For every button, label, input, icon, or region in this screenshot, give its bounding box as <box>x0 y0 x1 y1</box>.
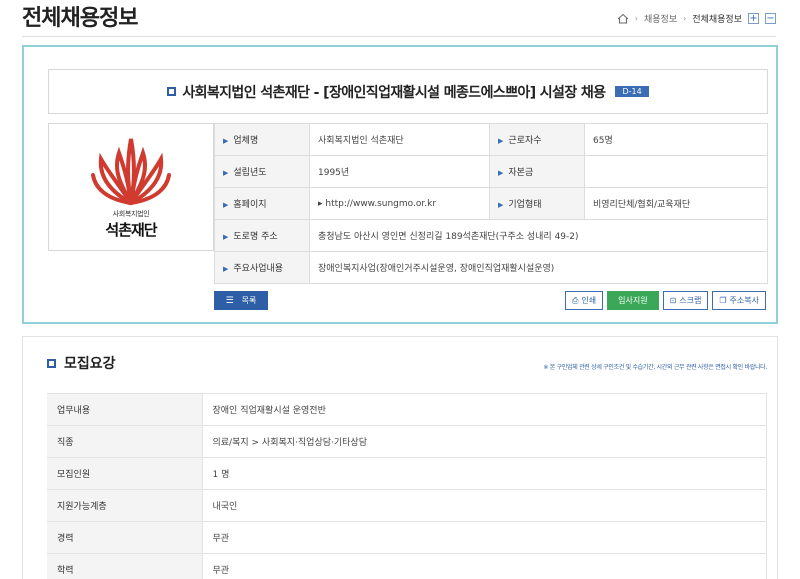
info-value: 사회복지법인 석촌재단 <box>309 123 490 156</box>
table-row: 직종 의료/복지 > 사회복지·직업상담·기타상담 <box>47 425 767 458</box>
breadcrumb-item-current[interactable]: 전체채용정보 <box>692 12 742 25</box>
table-row: ▶ 홈페이지 ▸ http://www.sungmo.or.kr ▶ 기업형태 비영… <box>214 187 768 220</box>
info-label: ▶ 근로자수 <box>489 123 585 156</box>
recruit-table: 업무내용 장애인 직업재활시설 운영전반 직종 의료/복지 > 사회복지·직업상… <box>47 393 767 579</box>
homepage-link[interactable]: ▸ http://www.sungmo.or.kr <box>309 187 490 220</box>
info-value: 장애인복지사업(장애인거주시설운영, 장애인직업재활시설운영) <box>309 251 768 284</box>
list-button[interactable]: ☰ 목록 <box>214 291 268 310</box>
table-row: ▶ 설립년도 1995년 ▶ 자본금 <box>214 155 768 188</box>
square-bullet-icon <box>47 358 56 368</box>
info-value: 충청남도 아산시 영인면 신정리길 189석촌재단(구주소 성내리 49-2) <box>309 219 768 252</box>
breadcrumb-separator: › <box>683 14 687 23</box>
arrow-right-icon: ▶ <box>223 233 229 241</box>
company-info-table: ▶ 업체명 사회복지법인 석촌재단 ▶ 근로자수 65명 ▶ 설립년도 1995년 ▶… <box>214 123 768 284</box>
info-label: ▶ 도로명 주소 <box>214 219 310 252</box>
arrow-right-icon: ▶ <box>498 169 504 177</box>
recruit-value: 장애인 직업재활시설 운영전반 <box>202 393 767 426</box>
recruit-value: 무관 <box>202 553 767 579</box>
header-divider <box>22 36 776 37</box>
breadcrumb-item-recruit[interactable]: 채용정보 <box>644 12 677 25</box>
info-label: ▶ 홈페이지 <box>214 187 310 220</box>
arrow-right-icon: ▶ <box>498 201 504 209</box>
action-buttons: ⎙ 인쇄 입사지원 ⊡ 스크랩 ❐ 주소복사 <box>564 291 766 310</box>
recruit-heading: 모집요강 <box>47 353 116 373</box>
table-row: ▶ 업체명 사회복지법인 석촌재단 ▶ 근로자수 65명 <box>214 123 768 156</box>
copy-address-button[interactable]: ❐ 주소복사 <box>712 291 766 310</box>
table-row: 학력 무관 <box>47 553 767 579</box>
table-row: 지원가능계층 내국인 <box>47 489 767 522</box>
square-bullet-icon <box>167 87 177 96</box>
info-label: ▶ 주요사업내용 <box>214 251 310 284</box>
arrow-right-icon: ▶ <box>223 137 229 145</box>
company-logo: 사회복지법인 석촌재단 <box>48 123 214 251</box>
recruit-label: 업무내용 <box>47 393 203 426</box>
info-value: 65명 <box>584 123 768 156</box>
zoom-in-button[interactable]: + <box>748 13 759 24</box>
recruit-value: 1 명 <box>202 457 767 490</box>
recruit-label: 학력 <box>47 553 203 579</box>
page-title: 전체채용정보 <box>22 6 138 31</box>
copy-icon: ❐ <box>719 296 727 305</box>
scrap-icon: ⊡ <box>669 296 677 305</box>
menu-icon: ☰ <box>225 295 234 306</box>
table-row: 경력 무관 <box>47 521 767 554</box>
logo-name: 석촌재단 <box>105 220 157 239</box>
recruit-label: 경력 <box>47 521 203 554</box>
scrap-button[interactable]: ⊡ 스크랩 <box>662 291 709 310</box>
info-label: ▶ 업체명 <box>214 123 310 156</box>
arrow-right-icon: ▶ <box>498 137 504 145</box>
recruit-label: 직종 <box>47 425 203 458</box>
recruit-label: 모집인원 <box>47 457 203 490</box>
info-label: ▶ 기업형태 <box>489 187 585 220</box>
table-row: 모집인원 1 명 <box>47 457 767 490</box>
company-info-panel: 사회복지법인 석촌재단 - [장애인직업재활시설 메종드에스쁘아] 시설장 채용… <box>22 45 778 324</box>
recruit-title: 모집요강 <box>64 356 116 372</box>
recruit-value: 의료/복지 > 사회복지·직업상담·기타상담 <box>202 425 767 458</box>
lotus-logo-icon <box>91 138 171 205</box>
table-row: 업무내용 장애인 직업재활시설 운영전반 <box>47 393 767 426</box>
breadcrumb-separator: › <box>634 14 638 23</box>
recruit-value: 무관 <box>202 521 767 554</box>
home-icon[interactable] <box>617 13 629 24</box>
print-button[interactable]: ⎙ 인쇄 <box>564 291 604 310</box>
zoom-out-button[interactable]: − <box>765 13 776 24</box>
arrow-right-icon: ▶ <box>223 265 229 273</box>
info-label: ▶ 설립년도 <box>214 155 310 188</box>
logo-subtitle: 사회복지법인 <box>112 209 150 218</box>
recruit-note: ※ 본 구인업체 관련 상세 구인조건 및 수습기간, 시간외 근무 관련 사항… <box>543 364 767 371</box>
recruit-value: 내국인 <box>202 489 767 522</box>
info-label: ▶ 자본금 <box>489 155 585 188</box>
job-title-box: 사회복지법인 석촌재단 - [장애인직업재활시설 메종드에스쁘아] 시설장 채용… <box>48 69 768 114</box>
table-row: ▶ 주요사업내용 장애인복지사업(장애인거주시설운영, 장애인직업재활시설운영) <box>214 251 768 284</box>
info-value: 비영리단체/협회/교육재단 <box>584 187 768 220</box>
job-title: 사회복지법인 석촌재단 - [장애인직업재활시설 메종드에스쁘아] 시설장 채용 <box>182 84 606 101</box>
info-value: 1995년 <box>309 155 490 188</box>
apply-button[interactable]: 입사지원 <box>607 291 659 310</box>
arrow-right-icon: ▶ <box>223 201 229 209</box>
breadcrumb: › 채용정보 › 전체채용정보 + − <box>617 12 776 25</box>
recruit-section: 모집요강 ※ 본 구인업체 관련 상세 구인조건 및 수습기간, 시간외 근무 … <box>22 336 778 579</box>
printer-icon: ⎙ <box>571 295 579 305</box>
recruit-label: 지원가능계층 <box>47 489 203 522</box>
arrow-right-icon: ▶ <box>223 169 229 177</box>
table-row: ▶ 도로명 주소 충청남도 아산시 영인면 신정리길 189석촌재단(구주소 성내… <box>214 219 768 252</box>
info-value <box>584 155 768 188</box>
deadline-badge: D-14 <box>615 86 649 97</box>
